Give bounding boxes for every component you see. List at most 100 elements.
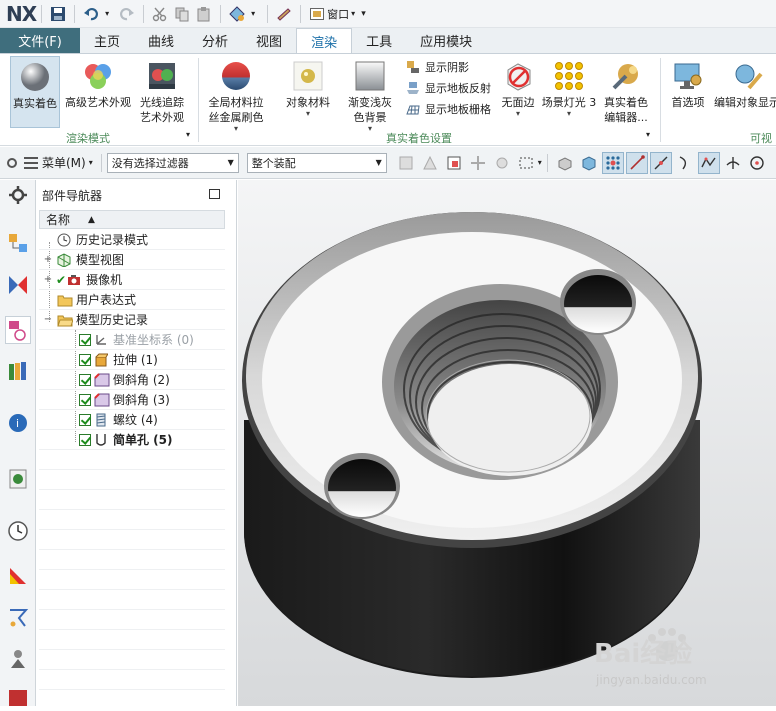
chevron-down-icon[interactable]: ▾	[234, 125, 238, 133]
menu-icon	[24, 156, 38, 169]
chevron-down-icon[interactable]: ▾	[368, 125, 372, 133]
select-features-icon[interactable]	[419, 152, 441, 174]
cut-icon[interactable]	[152, 6, 168, 22]
floor-grid-icon	[406, 102, 420, 116]
window-menu[interactable]: 窗口 ▾	[310, 6, 355, 22]
snap-tangent-icon[interactable]	[722, 152, 744, 174]
tab-render[interactable]: 渲染	[296, 28, 353, 53]
tree-node-chamfer-3[interactable]: 倒斜角 (3)	[39, 390, 225, 410]
tree-node-datum-csys[interactable]: 基准坐标系 (0)	[39, 330, 225, 350]
gear-icon[interactable]	[6, 155, 18, 171]
tree-node-history-mode[interactable]: 历史记录模式	[39, 230, 225, 250]
constraint-navigator-icon[interactable]	[7, 274, 29, 296]
tab-view[interactable]: 视图	[242, 28, 296, 53]
tab-tools[interactable]: 工具	[352, 28, 406, 53]
show-shadow-toggle[interactable]: 显示阴影	[406, 57, 469, 77]
repeat-dropdown-icon[interactable]: ▾	[251, 6, 259, 22]
realistic-shading-editor-button[interactable]: 真实着色 编辑器...	[600, 60, 652, 125]
redo-icon[interactable]	[119, 6, 135, 22]
hd3d-tools-icon[interactable]: i	[7, 412, 29, 434]
settings-gear-icon[interactable]	[7, 184, 29, 206]
snap-line-icon[interactable]	[625, 151, 648, 174]
advanced-art-appearance-button[interactable]: 高级艺术外观	[64, 60, 132, 110]
expand-plus-icon[interactable]: +	[43, 274, 53, 285]
show-hidden-icon[interactable]	[554, 152, 576, 174]
part-navigator-icon[interactable]	[5, 316, 31, 344]
paste-icon[interactable]	[196, 6, 212, 22]
scene-light-button[interactable]: 场景灯光 3 ▾	[540, 60, 598, 118]
visibility-checkbox[interactable]	[79, 393, 91, 406]
preferences-button[interactable]: 首选项	[666, 60, 710, 110]
collapse-minus-icon[interactable]: −	[43, 314, 53, 325]
tab-home[interactable]: 主页	[80, 28, 134, 53]
tab-application[interactable]: 应用模块	[406, 28, 486, 53]
visibility-checkbox[interactable]	[79, 373, 91, 386]
manufacturing-wizard-icon[interactable]	[7, 606, 29, 628]
system-scene-icon[interactable]	[7, 686, 29, 708]
chevron-down-icon[interactable]: ▾	[516, 110, 520, 118]
snap-center-icon[interactable]	[746, 152, 768, 174]
resource-bar: i	[0, 180, 36, 706]
tree-node-chamfer-2[interactable]: 倒斜角 (2)	[39, 370, 225, 390]
tree-node-thread[interactable]: 螺纹 (4)	[39, 410, 225, 430]
select-assembly-icon[interactable]	[491, 152, 513, 174]
copy-icon[interactable]	[174, 6, 190, 22]
tree-node-cameras[interactable]: + ✔ 摄像机	[39, 270, 225, 290]
tab-analysis[interactable]: 分析	[188, 28, 242, 53]
global-material-button[interactable]: 全局材料拉 丝金属刷色 ▾	[204, 60, 268, 133]
tree-node-simple-hole[interactable]: 简单孔 (5)	[39, 430, 225, 450]
tree-node-user-expressions[interactable]: 用户表达式	[39, 290, 225, 310]
snap-curve-icon[interactable]	[674, 152, 696, 174]
tree-node-model-history[interactable]: − 模型历史记录	[39, 310, 225, 330]
column-header-name[interactable]: 名称 ▲	[39, 210, 225, 229]
realistic-shading-button[interactable]: 真实着色	[10, 56, 60, 128]
visibility-checkbox[interactable]	[79, 333, 91, 346]
select-parts-icon[interactable]	[395, 152, 417, 174]
ribbon-tabs: 文件(F) 主页 曲线 分析 视图 渲染 工具 应用模块	[0, 28, 776, 54]
customize-quick-access-icon[interactable]: ▾	[361, 9, 366, 19]
snap-endpoint-icon[interactable]	[601, 151, 624, 174]
chevron-down-icon[interactable]: ▾	[306, 110, 310, 118]
tree-node-model-views[interactable]: + 模型视图	[39, 250, 225, 270]
reuse-library-icon[interactable]	[7, 360, 29, 382]
undo-dropdown-icon[interactable]: ▾	[105, 6, 113, 22]
snap-midpoint-icon[interactable]	[649, 151, 672, 174]
no-face-edge-button[interactable]: 无面边 ▾	[498, 60, 538, 118]
maximize-icon[interactable]	[209, 189, 220, 199]
edit-object-display-button[interactable]: 编辑对象显示	[712, 60, 776, 110]
box-select-icon[interactable]	[443, 152, 465, 174]
visibility-checkbox[interactable]	[79, 433, 91, 446]
solid-body-icon[interactable]	[578, 152, 600, 174]
type-filter-dropdown[interactable]: 没有选择过滤器 ▼	[106, 152, 239, 173]
repeat-command-icon[interactable]	[229, 5, 245, 22]
show-floor-grid-toggle[interactable]: 显示地板栅格	[406, 99, 491, 119]
history-clock-icon[interactable]	[7, 520, 29, 542]
raytrace-art-appearance-button[interactable]: 光线追踪 艺术外观	[134, 60, 190, 125]
save-icon[interactable]	[50, 6, 66, 22]
roles-icon[interactable]	[7, 648, 29, 670]
chevron-down-icon[interactable]: ▾	[567, 110, 571, 118]
gradient-background-button[interactable]: 渐变浅灰 色背景 ▾	[340, 60, 400, 133]
object-material-button[interactable]: 对象材料 ▾	[282, 60, 334, 118]
edit-display-icon	[731, 60, 763, 92]
expand-plus-icon[interactable]: +	[43, 254, 53, 265]
visibility-checkbox[interactable]	[79, 353, 91, 366]
show-floor-reflection-toggle[interactable]: 显示地板反射	[406, 78, 491, 98]
group-expand-icon[interactable]: ▾	[186, 130, 190, 139]
web-browser-icon[interactable]	[7, 468, 29, 490]
main-menu-button[interactable]: 菜单(M) ▾	[24, 154, 93, 171]
assembly-navigator-icon[interactable]	[7, 232, 29, 254]
tree-node-extrude[interactable]: 拉伸 (1)	[39, 350, 225, 370]
tab-file[interactable]: 文件(F)	[0, 28, 80, 53]
snap-spline-icon[interactable]	[697, 151, 720, 174]
select-move-icon[interactable]	[467, 152, 489, 174]
group-expand-icon[interactable]: ▾	[646, 130, 650, 139]
undo-icon[interactable]	[83, 6, 99, 22]
touch-mode-icon[interactable]	[276, 6, 292, 22]
selection-scope-dropdown[interactable]: 整个装配 ▼	[246, 152, 387, 173]
process-studio-icon[interactable]	[7, 564, 29, 586]
tab-curve[interactable]: 曲线	[134, 28, 188, 53]
floor-reflection-icon	[406, 81, 420, 95]
rectangle-select-icon[interactable]	[515, 152, 537, 174]
visibility-checkbox[interactable]	[79, 413, 91, 426]
